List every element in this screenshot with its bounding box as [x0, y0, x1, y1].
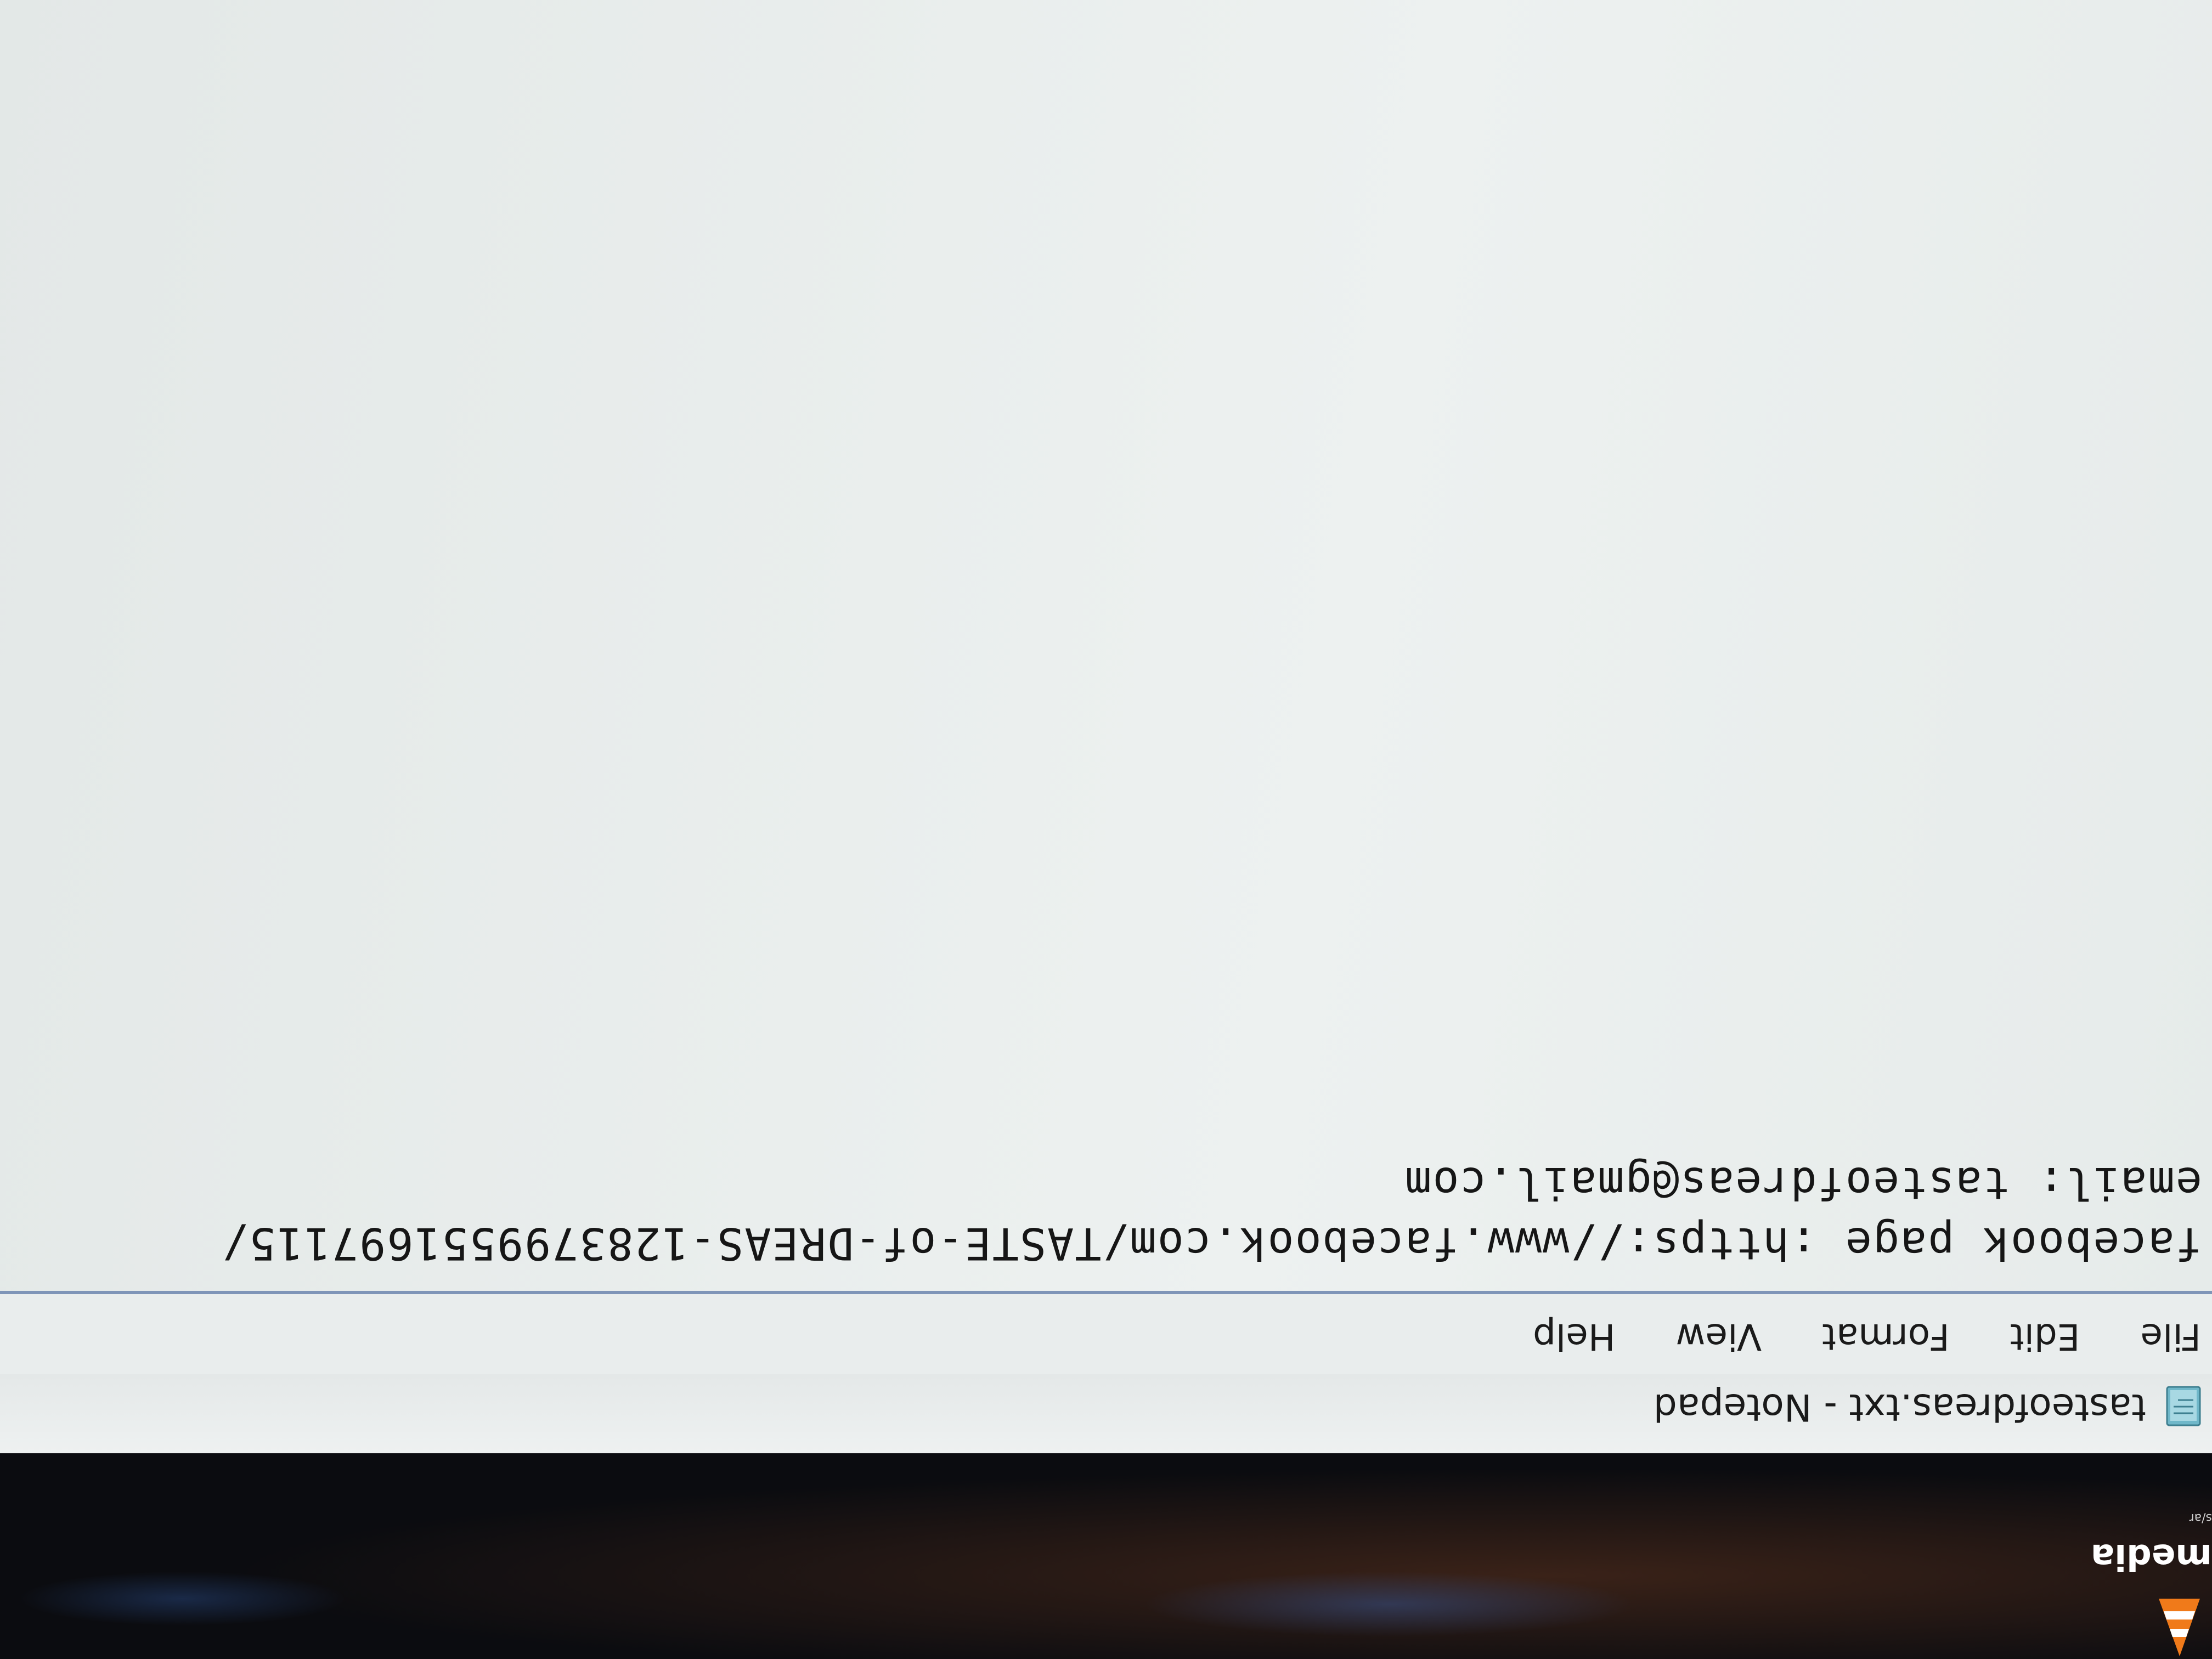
desktop-background: media s/ar [0, 1451, 2212, 1659]
photo-scene: media s/ar tasteofdreas.txt - Notepad Fi… [0, 0, 2212, 1659]
notepad-icon [2166, 1386, 2201, 1426]
vlc-cone-icon[interactable] [2153, 1593, 2205, 1659]
menu-edit[interactable]: Edit [2010, 1316, 2080, 1358]
menu-format[interactable]: Format [1822, 1316, 1950, 1358]
title-bar[interactable]: tasteofdreas.txt - Notepad [0, 1374, 2212, 1453]
desktop-glow-right [18, 1571, 347, 1626]
window-title: tasteofdreas.txt - Notepad [1653, 1385, 2146, 1429]
menu-bar: File Edit Format View Help [0, 1302, 2212, 1371]
desktop-icon-sublabel: s/ar [2189, 1511, 2212, 1525]
notepad-window: tasteofdreas.txt - Notepad File Edit For… [0, 0, 2212, 1453]
desktop-icon-label: media [2090, 1536, 2212, 1577]
text-editor-area[interactable]: facebook page :https://www.facebook.com/… [0, 0, 2212, 1291]
menu-file[interactable]: File [2141, 1316, 2201, 1358]
menu-help[interactable]: Help [1533, 1316, 1615, 1358]
menu-view[interactable]: View [1676, 1316, 1762, 1358]
editor-line-email: email: tasteofdreas@gmail.com [1404, 1158, 2202, 1209]
desktop-glow [1142, 1571, 1636, 1637]
editor-line-facebook: facebook page :https://www.facebook.com/… [221, 1218, 2202, 1269]
menu-divider [0, 1291, 2212, 1294]
